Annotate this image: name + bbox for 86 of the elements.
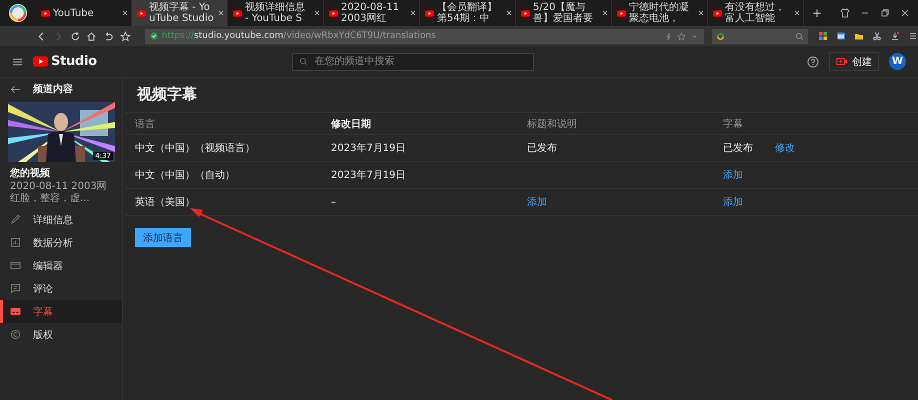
folder-icon[interactable] — [854, 31, 864, 41]
tab-title: 有没有想过，富人工智能 — [725, 2, 786, 24]
search-engine-icon — [716, 32, 725, 40]
browser-logo-icon[interactable] — [8, 3, 28, 23]
clapper-icon — [10, 260, 21, 271]
lightning-icon[interactable] — [664, 32, 673, 40]
add-link[interactable]: 添加 — [527, 195, 547, 209]
add-link[interactable]: 添加 — [723, 168, 743, 182]
column-header: 标题和说明 — [527, 118, 578, 130]
video-subtitle: 2020-08-11 2003网红脸，整容，虚... — [10, 181, 108, 205]
home-icon[interactable] — [86, 30, 98, 42]
table-cell-text: 已发布 — [527, 142, 557, 155]
address-field[interactable]: https://studio.youtube.com/video/wRbxYdC6T9U/translations — [144, 28, 704, 44]
column-header: 修改日期 — [331, 118, 372, 130]
pencil-icon — [10, 214, 21, 225]
sidebar-item[interactable]: 编辑器 — [0, 254, 122, 277]
table-cell-text: 已发布 — [723, 142, 753, 155]
back-arrow-icon[interactable] — [10, 84, 21, 94]
browser-search-field[interactable] — [712, 28, 808, 44]
shirt-icon[interactable] — [840, 8, 850, 18]
sidebar-item[interactable]: 版权 — [0, 323, 122, 346]
url-text: https://studio.youtube.com/video/wRbxYdC6T9U/translations — [162, 31, 437, 41]
close-icon[interactable] — [794, 10, 800, 16]
table-cell: – — [331, 196, 336, 208]
restore-icon[interactable] — [880, 8, 890, 18]
youtube-icon — [617, 10, 626, 16]
window-icon[interactable] — [836, 31, 846, 41]
sidebar-item[interactable]: 数据分析 — [0, 231, 122, 254]
youtube-icon — [425, 10, 434, 16]
column-header: 语言 — [135, 118, 156, 130]
chart-icon — [10, 237, 21, 248]
undo-icon[interactable] — [103, 30, 114, 42]
close-icon[interactable] — [122, 10, 128, 16]
page-title: 视频字幕 — [136, 84, 198, 105]
download-icon[interactable] — [890, 31, 900, 41]
close-icon[interactable] — [314, 10, 320, 16]
close-icon[interactable] — [506, 10, 512, 16]
reload-icon[interactable] — [70, 30, 80, 42]
youtube-logo-icon[interactable] — [33, 56, 48, 67]
table-cell-text: 中文（中国）（视频语言） — [135, 142, 255, 155]
studio-logo-text: Studio — [51, 54, 97, 69]
tab-title: 【会员翻译】第54期：中 — [437, 2, 498, 24]
star-icon[interactable] — [676, 32, 686, 40]
youtube-icon — [329, 10, 338, 16]
table-cell-text: 2023年7月19日 — [331, 169, 406, 182]
youtube-icon — [233, 10, 242, 16]
sidebar-item[interactable]: 详细信息 — [0, 208, 122, 231]
channel-search-field[interactable]: 在您的频道中搜索 — [292, 52, 534, 70]
avatar[interactable]: W — [889, 53, 906, 70]
add-link[interactable]: 添加 — [723, 195, 743, 209]
menu-icon[interactable] — [12, 56, 23, 66]
close-icon[interactable] — [698, 10, 704, 16]
add-language-button[interactable]: 添加语言 — [135, 228, 191, 247]
shield-check-icon — [150, 32, 158, 40]
channel-content-label[interactable]: 频道内容 — [33, 82, 73, 96]
column-header: 字幕 — [723, 118, 744, 130]
sidebar-item[interactable]: 字幕 — [0, 300, 122, 323]
menu-icon[interactable] — [908, 31, 918, 41]
close-icon[interactable] — [900, 8, 910, 18]
close-icon[interactable] — [218, 10, 224, 16]
table-cell-text: 2023年7月19日 — [331, 142, 406, 155]
table-cell-text: 英语（美国） — [135, 196, 195, 209]
star-icon[interactable] — [120, 30, 131, 42]
search-icon — [298, 57, 308, 66]
help-icon[interactable] — [807, 56, 819, 68]
video-camera-icon — [836, 57, 848, 66]
tab-title: YouTube — [53, 8, 95, 18]
subtitles-icon — [10, 306, 21, 317]
create-button[interactable]: 创建 — [829, 52, 879, 71]
new-tab-button[interactable]: + — [804, 6, 830, 20]
add-link[interactable]: 修改 — [775, 141, 795, 155]
copyright-icon — [10, 329, 21, 340]
tab-title: 2020-08-11 2003网红 — [341, 2, 400, 24]
search-icon[interactable] — [794, 32, 804, 40]
sidebar-item[interactable]: 评论 — [0, 277, 122, 300]
comment-icon — [10, 283, 21, 294]
youtube-icon — [713, 10, 722, 16]
scissors-icon[interactable] — [872, 31, 882, 41]
apps-icon[interactable] — [818, 31, 828, 41]
table-cell-text: 中文（中国）（自动） — [135, 168, 235, 182]
close-icon[interactable] — [602, 10, 608, 16]
youtube-icon — [41, 10, 50, 16]
youtube-icon — [521, 10, 530, 16]
close-icon[interactable] — [410, 10, 416, 16]
youtube-icon — [137, 10, 146, 16]
video-title: 您的视频 — [10, 166, 51, 180]
